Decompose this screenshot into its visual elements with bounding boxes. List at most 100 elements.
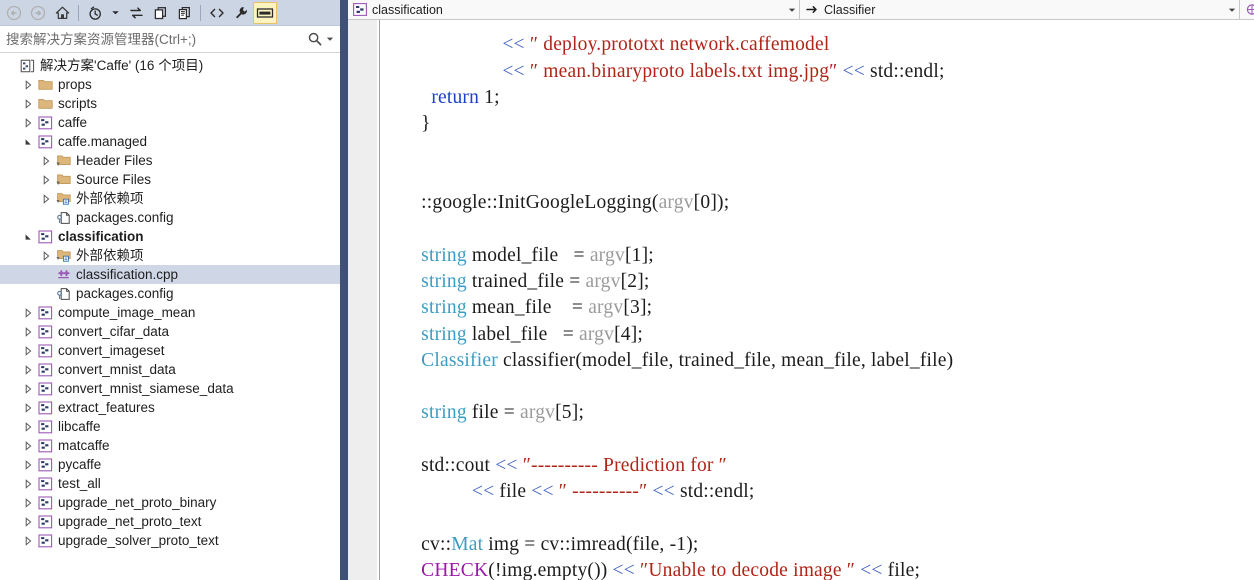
expander-collapsed-icon[interactable] [21,307,36,318]
expander-collapsed-icon[interactable] [21,535,36,546]
expander-collapsed-icon[interactable] [39,193,54,204]
tree-item-classification[interactable]: classification [0,227,340,246]
tree-item-convert_mnist_siamese_data[interactable]: convert_mnist_siamese_data [0,379,340,398]
tree-item-label: props [58,77,92,92]
expander-collapsed-icon[interactable] [21,79,36,90]
tree-item-packages.config[interactable]: packages.config [0,284,340,303]
tree-item-label: Header Files [76,153,153,168]
tree-item-label: extract_features [58,400,155,415]
tree-item-matcaffe[interactable]: matcaffe [0,436,340,455]
tree-item--[interactable]: 外部依赖项 [0,189,340,208]
tree-item--[interactable]: 外部依赖项 [0,246,340,265]
expander-collapsed-icon[interactable] [21,345,36,356]
project-icon [352,3,368,17]
solution-tree[interactable]: 解决方案'Caffe' (16 个项目) props scripts caffe caf… [0,53,340,580]
tree-item-compute_image_mean[interactable]: compute_image_mean [0,303,340,322]
sync-with-active-document-button[interactable] [124,2,148,24]
pane-splitter-scrollbar[interactable] [340,0,348,580]
expander-collapsed-icon[interactable] [21,98,36,109]
expander-collapsed-icon[interactable] [21,421,36,432]
expander-collapsed-icon[interactable] [21,459,36,470]
pending-changes-button[interactable] [83,2,107,24]
chevron-down-icon[interactable] [326,35,334,43]
forward-button[interactable] [26,2,50,24]
editor-navigation-bar: classification Classifier [348,0,1254,20]
code-token: std::endl; [674,481,755,503]
chevron-down-icon[interactable] [785,6,799,14]
search-input[interactable] [6,31,307,47]
code-token: << [612,560,635,580]
tree-item-caffe[interactable]: caffe [0,113,340,132]
refresh-button[interactable] [148,2,172,24]
tree-item--caffe-16-[interactable]: 解决方案'Caffe' (16 个项目) [0,56,340,75]
tree-item-convert_cifar_data[interactable]: convert_cifar_data [0,322,340,341]
expander-collapsed-icon[interactable] [39,250,54,261]
tree-item-upgrade_net_proto_binary[interactable]: upgrade_net_proto_binary [0,493,340,512]
expander-collapsed-icon[interactable] [21,364,36,375]
tree-item-label: convert_imageset [58,343,165,358]
project-icon [36,533,54,549]
expander-collapsed-icon[interactable] [21,516,36,527]
editor-gutter [348,20,378,580]
tree-item-packages.config[interactable]: packages.config [0,208,340,227]
member-selector[interactable] [1240,0,1254,19]
tree-item-caffe.managed[interactable]: caffe.managed [0,132,340,151]
tree-item-extract_features[interactable]: extract_features [0,398,340,417]
code-area[interactable]: << ″ deploy.prototxt network.caffemodel … [380,20,1254,580]
expander-collapsed-icon[interactable] [39,155,54,166]
expander-expanded-icon[interactable] [21,137,36,147]
expander-collapsed-icon[interactable] [21,497,36,508]
expander-collapsed-icon[interactable] [21,402,36,413]
tree-item-convert_mnist_data[interactable]: convert_mnist_data [0,360,340,379]
code-line: std::cout << ″---------- Prediction for … [411,453,953,479]
home-icon [55,6,69,19]
code-token: [4]; [614,323,644,345]
view-code-button[interactable] [205,2,229,24]
tree-item-header-files[interactable]: Header Files [0,151,340,170]
pending-changes-dropdown[interactable] [107,2,124,24]
preview-selected-items-button[interactable] [253,1,277,24]
expander-collapsed-icon[interactable] [21,326,36,337]
tree-item-pycaffe[interactable]: pycaffe [0,455,340,474]
code-token: [5]; [555,402,585,424]
search-magnifier-icon[interactable] [307,31,323,47]
type-selector-label: Classifier [824,2,876,17]
code-token: [1]; [624,244,654,266]
expander-collapsed-icon[interactable] [21,478,36,489]
tree-item-props[interactable]: props [0,75,340,94]
tree-item-test_all[interactable]: test_all [0,474,340,493]
project-icon [36,305,54,321]
code-token: ″ ----------″ [558,481,648,503]
tree-item-upgrade_solver_proto_text[interactable]: upgrade_solver_proto_text [0,531,340,550]
tree-item-convert_imageset[interactable]: convert_imageset [0,341,340,360]
expander-collapsed-icon[interactable] [21,117,36,128]
editor-body: << ″ deploy.prototxt network.caffemodel … [348,20,1254,580]
code-token: classifier(model_file, trained_file, mea… [497,349,954,371]
back-button[interactable] [2,2,26,24]
code-token: CHECK [421,560,489,580]
tree-item-label: classification.cpp [76,267,179,282]
expander-collapsed-icon[interactable] [39,174,54,185]
show-all-files-button[interactable] [172,2,196,24]
source-code[interactable]: << ″ deploy.prototxt network.caffemodel … [411,20,953,580]
code-token: std::cout [411,455,496,477]
tree-item-source-files[interactable]: Source Files [0,170,340,189]
tree-item-libcaffe[interactable]: libcaffe [0,417,340,436]
tree-item-upgrade_net_proto_text[interactable]: upgrade_net_proto_text [0,512,340,531]
expander-collapsed-icon[interactable] [21,383,36,394]
project-selector[interactable]: classification [348,0,800,19]
properties-button[interactable] [229,2,253,24]
expander-collapsed-icon[interactable] [21,440,36,451]
code-token: argv [520,402,556,424]
tree-item-scripts[interactable]: scripts [0,94,340,113]
chevron-down-icon[interactable] [1225,6,1239,14]
home-button[interactable] [50,2,74,24]
tree-item-classification.cpp[interactable]: classification.cpp [0,265,340,284]
expander-expanded-icon[interactable] [21,232,36,242]
code-token: ″ mean.binaryproto labels.txt img.jpg″ [529,60,838,82]
type-selector[interactable]: Classifier [800,0,1240,19]
solution-explorer-search-row[interactable] [0,26,340,53]
